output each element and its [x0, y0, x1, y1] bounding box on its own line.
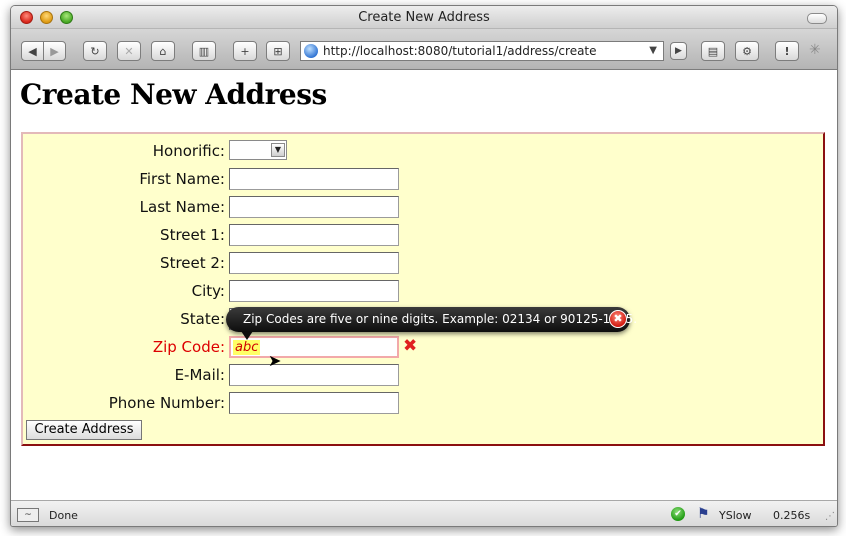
title-bar: Create New Address: [11, 6, 837, 29]
honorific-select[interactable]: ▼: [229, 140, 287, 160]
spinner-icon: ✳: [809, 42, 821, 58]
page-menu-icon: ▤: [707, 44, 719, 58]
chevron-down-icon[interactable]: ▼: [649, 45, 657, 56]
reload-icon: ↻: [90, 44, 100, 58]
page-menu-button[interactable]: ▤: [701, 41, 725, 61]
zip-code-label: Zip Code:: [152, 338, 225, 356]
yslow-icon[interactable]: ⚑: [697, 506, 713, 522]
back-button[interactable]: ◀: [21, 41, 44, 61]
form-row-street2: Street 2:: [23, 252, 823, 274]
resize-grip-icon[interactable]: ⋰: [825, 511, 835, 522]
status-text: Done: [49, 509, 78, 522]
zip-code-input[interactable]: abc: [229, 336, 399, 358]
url-text[interactable]: http://localhost:8080/tutorial1/address/…: [323, 44, 597, 58]
last-name-label: Last Name:: [139, 198, 225, 216]
browser-toolbar: ◀ ▶ ↻ ✕ ⌂ ▥ + ⊞ http://localhost:8080/tu…: [11, 29, 837, 70]
status-bar: ~ Done ✔ ⚑ YSlow 0.256s ⋰: [11, 500, 837, 526]
street2-input[interactable]: [229, 252, 399, 274]
gear-icon: ⚙: [742, 44, 752, 58]
status-page-icon: ~: [17, 508, 39, 522]
phone-number-label: Phone Number:: [108, 394, 225, 412]
validation-tooltip: Zip Codes are five or nine digits. Examp…: [226, 307, 637, 340]
stop-button[interactable]: ✕: [117, 41, 141, 61]
error-x-icon: ✖: [403, 336, 418, 356]
add-bookmark-icon: +: [240, 44, 250, 58]
form-row-phone: Phone Number:: [23, 392, 823, 414]
tooltip-pointer: [241, 331, 253, 340]
page-content: Create New Address Honorific: ▼ First Na…: [11, 70, 837, 498]
go-arrow-icon: ▶: [675, 46, 682, 56]
email-label: E-Mail:: [174, 366, 225, 384]
window-title: Create New Address: [358, 10, 490, 25]
city-label: City:: [191, 282, 225, 300]
street1-label: Street 1:: [160, 226, 225, 244]
home-button[interactable]: ⌂: [151, 41, 175, 61]
street1-input[interactable]: [229, 224, 399, 246]
new-tab-button[interactable]: ⊞: [266, 41, 290, 61]
forward-arrow-icon: ▶: [50, 44, 59, 58]
settings-button[interactable]: ⚙: [735, 41, 759, 61]
new-tab-icon: ⊞: [273, 44, 283, 58]
tooltip-text: Zip Codes are five or nine digits. Examp…: [243, 312, 638, 326]
phone-number-input[interactable]: [229, 392, 399, 414]
zip-code-value: abc: [233, 340, 261, 355]
form-row-last-name: Last Name:: [23, 196, 823, 218]
globe-icon: [304, 44, 318, 58]
add-bookmark-button[interactable]: +: [233, 41, 257, 61]
back-arrow-icon: ◀: [28, 44, 37, 58]
city-input[interactable]: [229, 280, 399, 302]
chevron-down-icon: ▼: [271, 143, 285, 157]
form-row-street1: Street 1:: [23, 224, 823, 246]
first-name-input[interactable]: [229, 168, 399, 190]
go-button[interactable]: ▶: [670, 42, 687, 60]
bookmarks-button[interactable]: ▥: [192, 41, 216, 61]
toolbar-toggle-button[interactable]: [807, 13, 827, 24]
stop-icon: ✕: [124, 44, 134, 58]
form-row-email: E-Mail:: [23, 364, 823, 386]
state-label: State:: [180, 310, 225, 328]
browser-window: Create New Address ◀ ▶ ↻ ✕ ⌂ ▥ + ⊞ http:…: [10, 5, 838, 527]
close-tooltip-icon[interactable]: ✖: [609, 310, 627, 328]
alert-button[interactable]: !: [775, 41, 799, 61]
mouse-cursor-icon: ➤: [268, 351, 282, 370]
page-title: Create New Address: [20, 78, 327, 111]
forward-button[interactable]: ▶: [43, 41, 66, 61]
address-form: Honorific: ▼ First Name: Last Name: Stre…: [21, 132, 825, 446]
form-row-zip: Zip Code: abc ✖: [23, 336, 823, 358]
reload-button[interactable]: ↻: [83, 41, 107, 61]
email-input[interactable]: [229, 364, 399, 386]
form-row-city: City:: [23, 280, 823, 302]
street2-label: Street 2:: [160, 254, 225, 272]
address-bar[interactable]: http://localhost:8080/tutorial1/address/…: [300, 41, 664, 61]
first-name-label: First Name:: [139, 170, 225, 188]
last-name-input[interactable]: [229, 196, 399, 218]
create-address-button[interactable]: Create Address: [26, 420, 142, 440]
load-time: 0.256s: [773, 509, 811, 522]
form-row-honorific: Honorific: ▼: [23, 140, 823, 162]
yslow-label[interactable]: YSlow: [719, 509, 751, 522]
form-row-first-name: First Name:: [23, 168, 823, 190]
honorific-label: Honorific:: [152, 142, 225, 160]
alert-icon: !: [784, 44, 790, 58]
ok-check-icon: ✔: [671, 507, 685, 521]
bookmarks-icon: ▥: [198, 44, 210, 58]
home-icon: ⌂: [159, 44, 167, 58]
